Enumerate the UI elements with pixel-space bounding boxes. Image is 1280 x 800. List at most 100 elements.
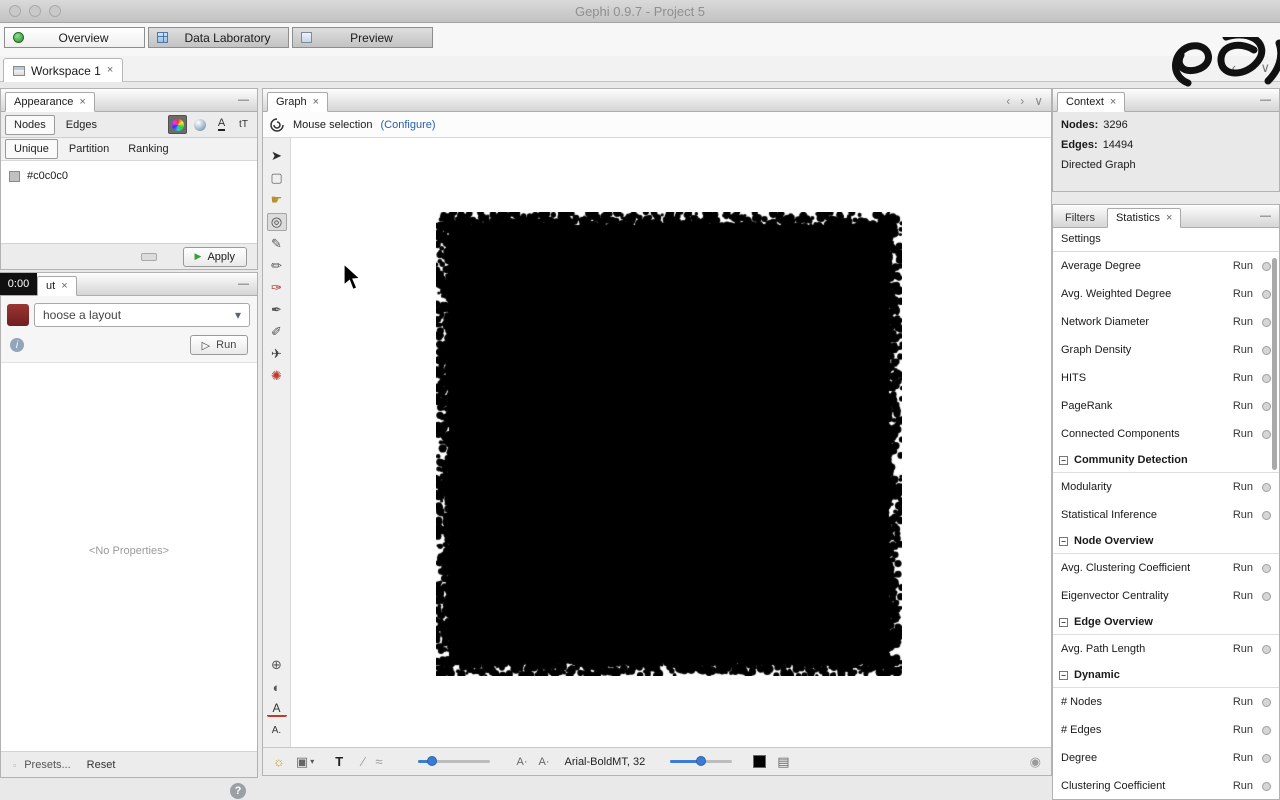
- edge-display-icon[interactable]: ∕: [362, 754, 364, 769]
- close-icon[interactable]: ×: [1166, 212, 1172, 224]
- run-button[interactable]: Run: [1233, 724, 1253, 736]
- shortest-path-icon[interactable]: ✈: [267, 345, 287, 363]
- info-icon[interactable]: [1262, 261, 1271, 271]
- drag-hand-icon[interactable]: ☛: [267, 191, 287, 209]
- run-button[interactable]: Run: [1233, 562, 1253, 574]
- tab-overview[interactable]: Overview: [4, 27, 145, 48]
- run-button[interactable]: Run: [1233, 316, 1253, 328]
- subtab-unique[interactable]: Unique: [5, 139, 58, 159]
- sizer-icon[interactable]: ✒: [267, 301, 287, 319]
- graph-viewport[interactable]: [291, 138, 1051, 747]
- info-icon[interactable]: [1262, 345, 1271, 355]
- run-button[interactable]: Run: [1233, 696, 1253, 708]
- layout-select[interactable]: hoose a layout ▾: [34, 303, 250, 327]
- close-icon[interactable]: ×: [61, 280, 67, 292]
- info-icon[interactable]: [1262, 563, 1271, 573]
- size-mode-icon[interactable]: [190, 115, 209, 134]
- configure-link[interactable]: (Configure): [381, 119, 436, 131]
- info-icon[interactable]: [1262, 591, 1271, 601]
- close-window-button[interactable]: [9, 5, 21, 17]
- run-button[interactable]: Run: [1233, 643, 1253, 655]
- tab-nodes[interactable]: Nodes: [5, 114, 55, 135]
- appearance-tab[interactable]: Appearance ×: [5, 92, 95, 112]
- subtab-ranking[interactable]: Ranking: [120, 140, 176, 158]
- label-color-mode-icon[interactable]: A: [212, 115, 231, 134]
- subtab-partition[interactable]: Partition: [61, 140, 117, 158]
- info-icon[interactable]: [1262, 781, 1271, 791]
- info-icon[interactable]: [1262, 510, 1271, 520]
- attributes-icon[interactable]: ▤: [777, 754, 789, 770]
- zoom-icon[interactable]: ⊕: [267, 656, 287, 674]
- run-button[interactable]: Run: [1233, 428, 1253, 440]
- help-icon[interactable]: ?: [230, 783, 246, 799]
- color-swatch[interactable]: [9, 170, 20, 182]
- run-button[interactable]: Run: [1233, 481, 1253, 493]
- heat-map-icon[interactable]: ✺: [267, 367, 287, 385]
- info-icon[interactable]: [1262, 401, 1271, 411]
- slider-knob[interactable]: [696, 756, 707, 766]
- tab-data-laboratory[interactable]: Data Laboratory: [148, 27, 289, 48]
- minimize-panel-icon[interactable]: —: [238, 278, 249, 290]
- show-labels-toggle[interactable]: T: [335, 754, 343, 769]
- close-icon[interactable]: ×: [1110, 96, 1116, 108]
- zoom-window-button[interactable]: [49, 5, 61, 17]
- info-icon[interactable]: [1262, 753, 1271, 763]
- info-icon[interactable]: [1262, 289, 1271, 299]
- tab-edges[interactable]: Edges: [58, 116, 105, 134]
- reset-button[interactable]: Reset: [87, 759, 116, 771]
- info-icon[interactable]: [1262, 644, 1271, 654]
- background-light-icon[interactable]: ☼: [273, 754, 285, 769]
- label-size-large-icon[interactable]: A·: [539, 756, 550, 768]
- info-icon[interactable]: [1262, 373, 1271, 383]
- font-button[interactable]: Arial-BoldMT, 32: [565, 756, 646, 768]
- minimize-panel-icon[interactable]: —: [1260, 210, 1271, 222]
- info-icon[interactable]: [1262, 697, 1271, 707]
- info-icon[interactable]: [1262, 429, 1271, 439]
- run-button[interactable]: Run: [1233, 372, 1253, 384]
- screenshot-button[interactable]: ▣ ▾: [296, 754, 314, 770]
- tab-preview[interactable]: Preview: [292, 27, 433, 48]
- info-icon[interactable]: [1262, 725, 1271, 735]
- label-size-icon[interactable]: A.: [267, 721, 287, 739]
- collapse-icon[interactable]: −: [1059, 536, 1068, 546]
- layout-tab[interactable]: ut ×: [37, 276, 77, 296]
- label-size-mode-icon[interactable]: tT: [234, 115, 253, 134]
- run-button[interactable]: Run: [1233, 780, 1253, 792]
- node-pencil-icon[interactable]: ✏: [267, 257, 287, 275]
- filters-tab[interactable]: Filters: [1057, 209, 1103, 227]
- label-size-small-icon[interactable]: A·: [517, 756, 528, 768]
- minimize-panel-icon[interactable]: —: [1260, 94, 1271, 106]
- chevron-down-icon[interactable]: ∨: [1034, 94, 1043, 108]
- collapse-icon[interactable]: −: [1059, 670, 1068, 680]
- presets-button[interactable]: Presets...: [24, 759, 70, 771]
- chevron-left-icon[interactable]: ‹: [1006, 94, 1010, 108]
- close-icon[interactable]: ×: [79, 96, 85, 108]
- chevron-right-icon[interactable]: ›: [1020, 94, 1024, 108]
- mouse-selection-icon[interactable]: ◎: [266, 213, 287, 231]
- scrollbar-thumb[interactable]: [1272, 258, 1277, 470]
- graph-tab[interactable]: Graph ×: [267, 92, 329, 112]
- info-icon[interactable]: [1262, 482, 1271, 492]
- brush-icon[interactable]: ✐: [267, 323, 287, 341]
- font-color-swatch[interactable]: [753, 755, 767, 768]
- run-button[interactable]: Run: [1233, 590, 1253, 602]
- info-icon[interactable]: i: [10, 338, 24, 352]
- close-icon[interactable]: ×: [107, 65, 113, 76]
- run-button[interactable]: Run: [1233, 344, 1253, 356]
- splitter-handle[interactable]: [140, 252, 157, 261]
- close-icon[interactable]: ×: [313, 96, 319, 108]
- visibility-options-icon[interactable]: ◉: [1030, 754, 1041, 770]
- edge-curve-icon[interactable]: ≈: [375, 754, 382, 769]
- context-tab[interactable]: Context ×: [1057, 92, 1126, 112]
- label-size-slider[interactable]: [670, 756, 733, 766]
- run-button[interactable]: Run: [1233, 509, 1253, 521]
- minimize-window-button[interactable]: [29, 5, 41, 17]
- label-color-icon[interactable]: A: [266, 700, 287, 717]
- collapse-icon[interactable]: −: [1059, 455, 1068, 465]
- edge-weight-slider[interactable]: [417, 756, 490, 766]
- workspace-tab[interactable]: Workspace 1 ×: [3, 58, 124, 82]
- run-button[interactable]: Run: [1233, 752, 1253, 764]
- painter-icon[interactable]: ✑: [267, 279, 287, 297]
- run-button[interactable]: Run: [1233, 260, 1253, 272]
- direct-selection-icon[interactable]: ➤: [267, 147, 287, 165]
